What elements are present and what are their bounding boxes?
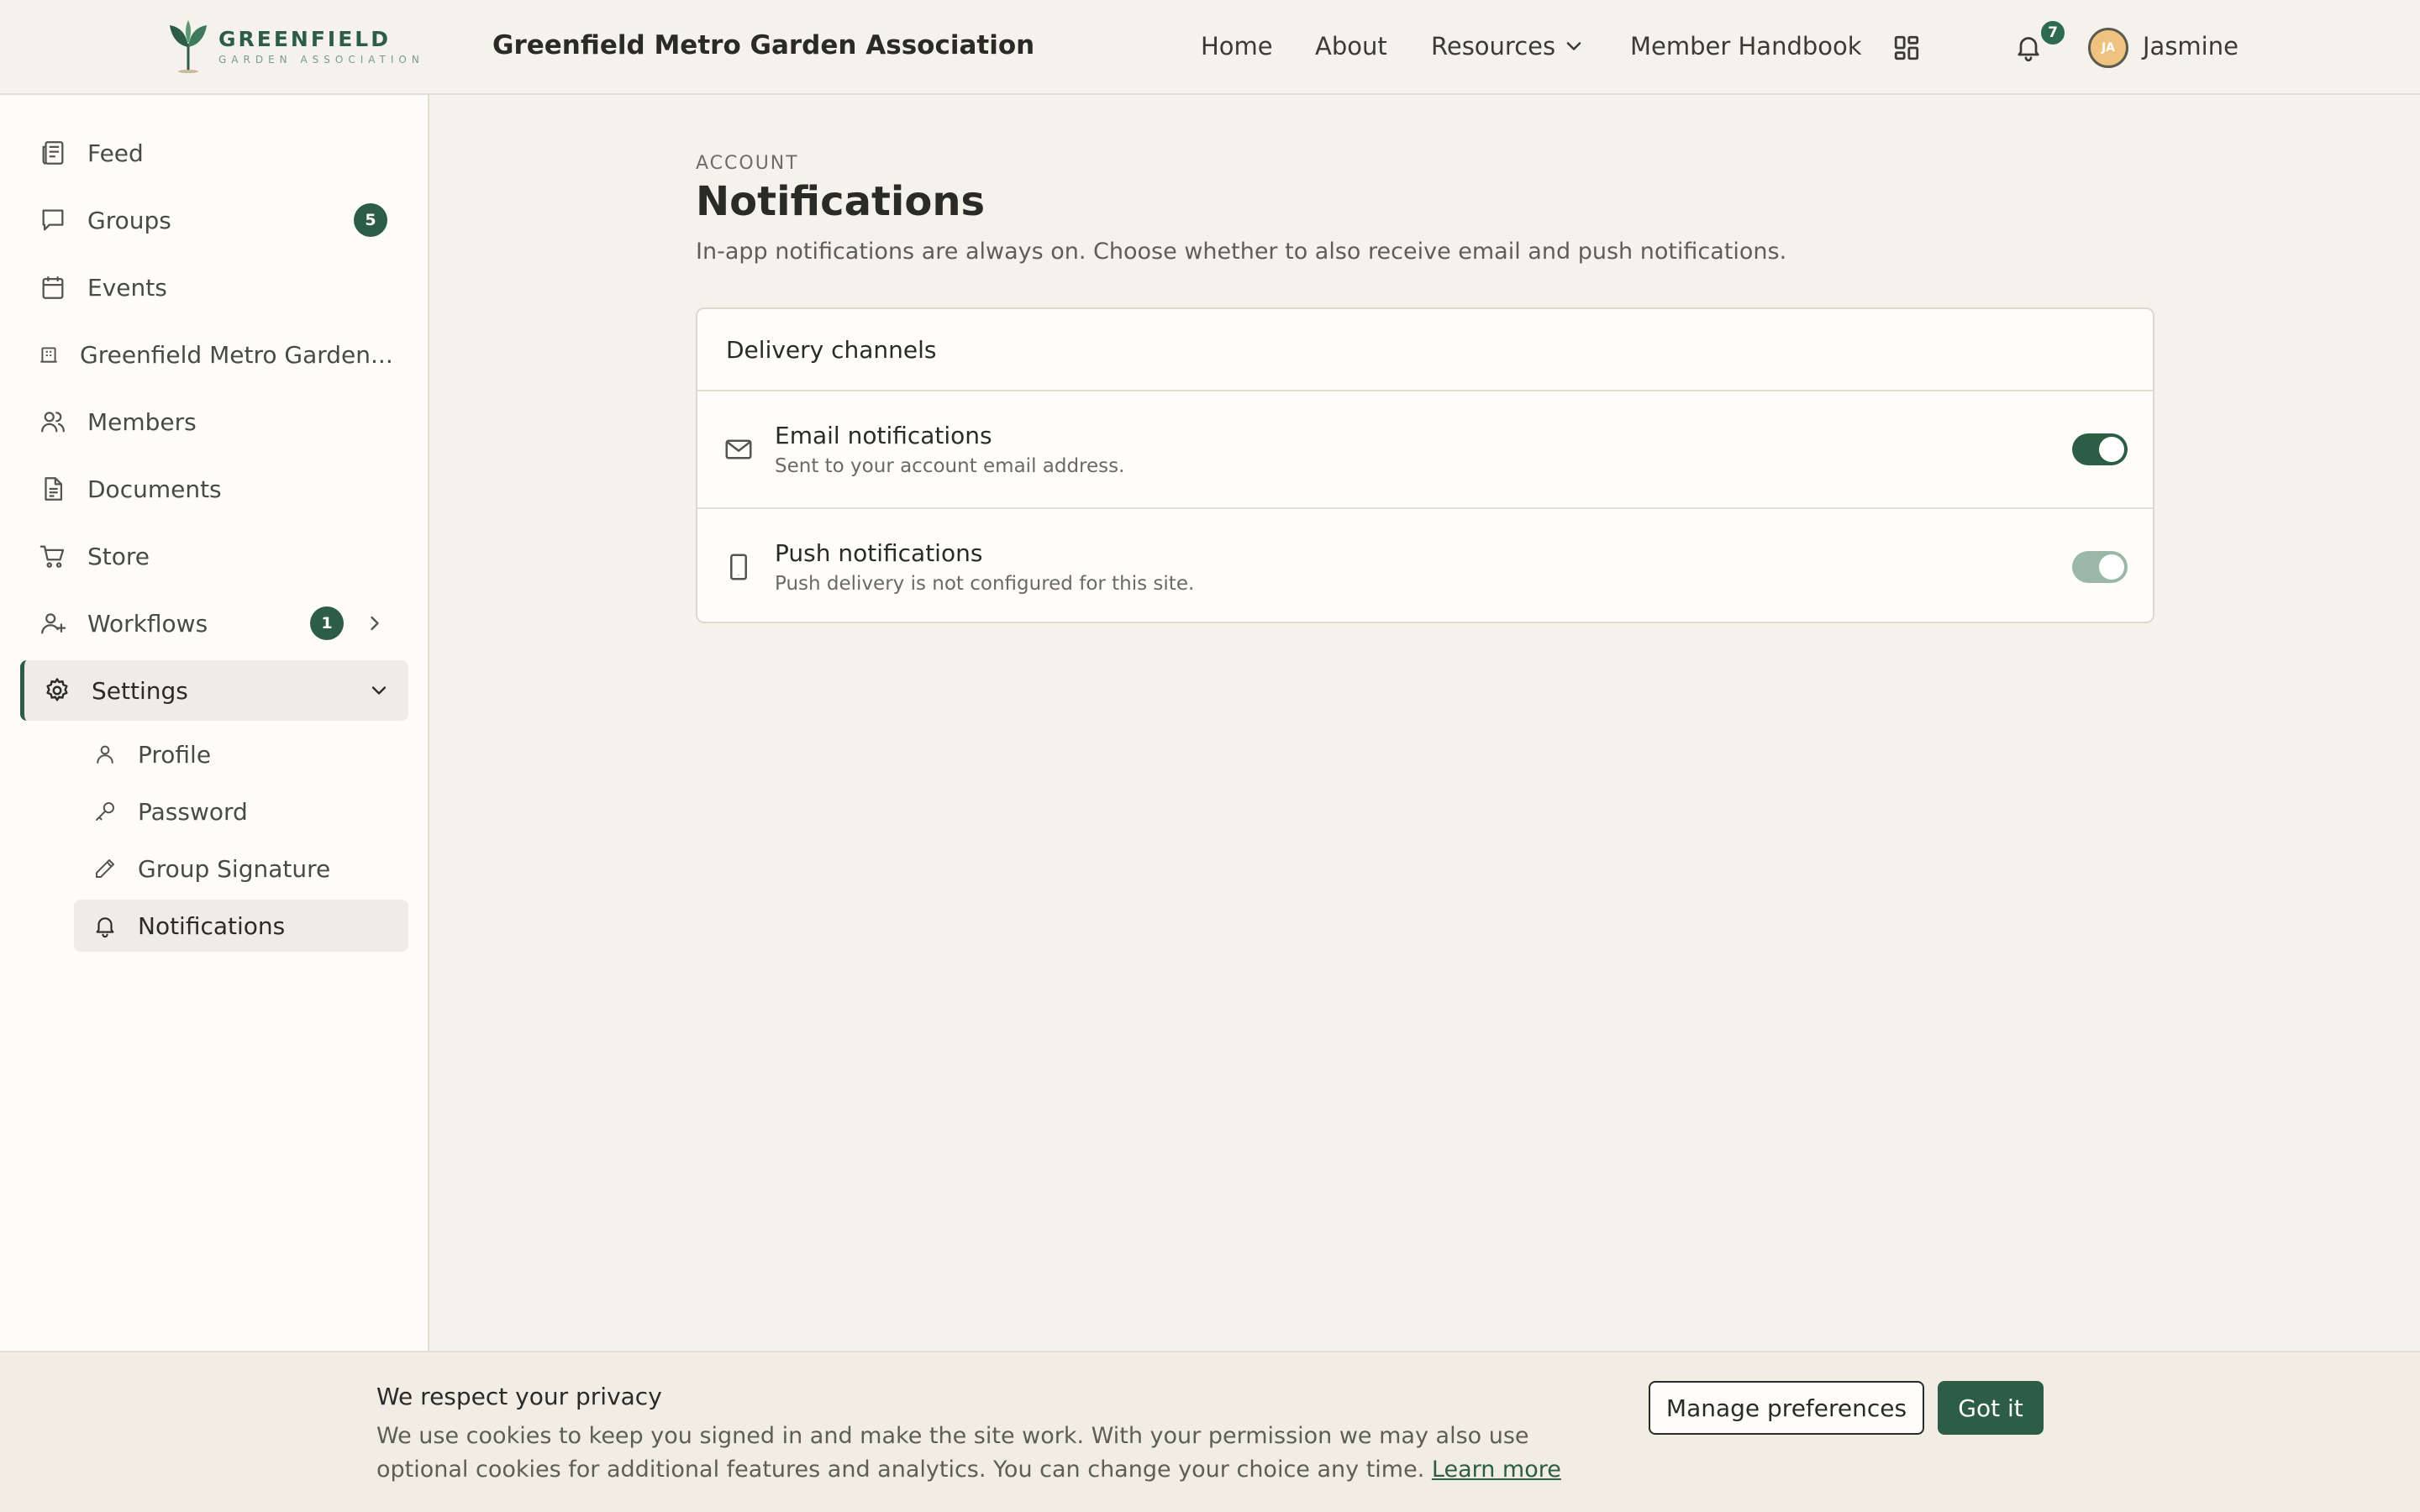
site-logo[interactable]: GREENFIELD GARDEN ASSOCIATION (165, 18, 424, 74)
chat-bubble-icon (39, 206, 67, 234)
nav-member-handbook[interactable]: Member Handbook (1630, 32, 1862, 60)
chevron-down-icon (1566, 42, 1581, 50)
sidebar-item-label: Feed (87, 139, 144, 167)
email-notifications-toggle[interactable] (2072, 433, 2128, 465)
card-header: Delivery channels (697, 309, 2153, 391)
sidebar-item-label: Events (87, 273, 167, 302)
cart-icon (39, 542, 67, 570)
avatar[interactable]: JA (2088, 28, 2128, 68)
logo-tagline: GARDEN ASSOCIATION (218, 54, 424, 66)
sidebar-item-label: Store (87, 542, 150, 570)
key-icon (92, 799, 118, 824)
sidebar-item-label: Greenfield Metro Garden... (80, 340, 393, 369)
row-subtitle: Push delivery is not configured for this… (775, 573, 1195, 595)
cookie-text: We use cookies to keep you signed in and… (376, 1420, 1595, 1487)
cookie-title: We respect your privacy (376, 1383, 662, 1410)
site-title[interactable]: Greenfield Metro Garden Association (492, 30, 1034, 60)
sidebar-item-groups[interactable]: Groups 5 (20, 193, 408, 247)
sidebar-item-label: Settings (92, 676, 188, 705)
sub-item-label: Group Signature (138, 854, 331, 883)
sidebar-item-settings[interactable]: Settings (20, 660, 408, 721)
bell-icon (92, 913, 118, 938)
workflows-count-badge: 1 (310, 606, 344, 640)
delivery-channels-card: Delivery channels Email notifications Se… (696, 307, 2154, 623)
newspaper-icon (39, 139, 67, 167)
envelope-icon (723, 433, 755, 465)
email-notifications-row: Email notifications Sent to your account… (697, 391, 2153, 507)
sidebar-item-label: Members (87, 407, 197, 436)
nav-resources[interactable]: Resources (1431, 32, 1586, 60)
cookie-body: We use cookies to keep you signed in and… (376, 1423, 1529, 1483)
sprout-logo-icon (170, 20, 207, 73)
sidebar-item-organization[interactable]: Greenfield Metro Garden... (20, 328, 408, 381)
sidebar-item-label: Workflows (87, 609, 208, 638)
calendar-icon (39, 273, 67, 302)
sidebar-item-documents[interactable]: Documents (20, 462, 408, 516)
chevron-down-icon[interactable] (367, 679, 391, 702)
settings-sub-item-password[interactable]: Password (74, 785, 408, 837)
user-plus-icon (39, 609, 67, 638)
section-eyebrow: ACCOUNT (696, 153, 799, 174)
manage-preferences-button[interactable]: Manage preferences (1649, 1381, 1924, 1435)
sidebar-item-feed[interactable]: Feed (20, 126, 408, 180)
sidebar-item-label: Groups (87, 206, 171, 234)
notifications-count-badge: 7 (2039, 18, 2067, 47)
mobile-device-icon (723, 551, 755, 583)
row-title: Email notifications (775, 422, 992, 449)
building-icon (37, 343, 60, 366)
nav-resources-label: Resources (1431, 32, 1556, 60)
learn-more-link[interactable]: Learn more (1432, 1457, 1561, 1483)
settings-sub-item-profile[interactable]: Profile (74, 728, 408, 780)
sidebar-item-store[interactable]: Store (20, 529, 408, 583)
settings-sub-item-group-signature[interactable]: Group Signature (74, 843, 408, 895)
sidebar-item-label: Documents (87, 475, 222, 503)
toggle-knob (2099, 554, 2124, 580)
page-title: Notifications (696, 178, 986, 225)
gear-icon (43, 676, 71, 705)
pen-icon (92, 856, 118, 881)
page-description: In-app notifications are always on. Choo… (696, 239, 1787, 265)
user-icon (92, 742, 118, 767)
row-title: Push notifications (775, 539, 983, 567)
sub-item-label: Notifications (138, 911, 286, 940)
top-bar: GREENFIELD GARDEN ASSOCIATION Greenfield… (0, 0, 2420, 95)
sidebar: Feed Groups 5 Events Greenfield Metro Ga… (0, 95, 429, 1351)
push-notifications-toggle[interactable] (2072, 551, 2128, 583)
apps-grid-icon[interactable] (1892, 34, 1921, 62)
sub-item-label: Profile (138, 740, 212, 769)
sub-item-label: Password (138, 797, 248, 826)
row-subtitle: Sent to your account email address. (775, 455, 1125, 477)
sidebar-item-events[interactable]: Events (20, 260, 408, 314)
settings-sub-item-notifications[interactable]: Notifications (74, 900, 408, 952)
sidebar-item-members[interactable]: Members (20, 395, 408, 449)
logo-wordmark: GREENFIELD (218, 27, 391, 51)
nav-home[interactable]: Home (1201, 32, 1273, 60)
user-name[interactable]: Jasmine (2143, 32, 2238, 60)
cookie-banner: We respect your privacy We use cookies t… (0, 1351, 2420, 1512)
sidebar-item-workflows[interactable]: Workflows 1 (20, 596, 408, 650)
document-icon (39, 475, 67, 503)
groups-count-badge: 5 (354, 203, 387, 237)
users-icon (39, 407, 67, 436)
chevron-right-icon[interactable] (363, 612, 387, 635)
push-notifications-row: Push notifications Push delivery is not … (697, 507, 2153, 622)
toggle-knob (2099, 437, 2124, 462)
nav-about[interactable]: About (1315, 32, 1387, 60)
accept-cookies-button[interactable]: Got it (1938, 1381, 2044, 1435)
